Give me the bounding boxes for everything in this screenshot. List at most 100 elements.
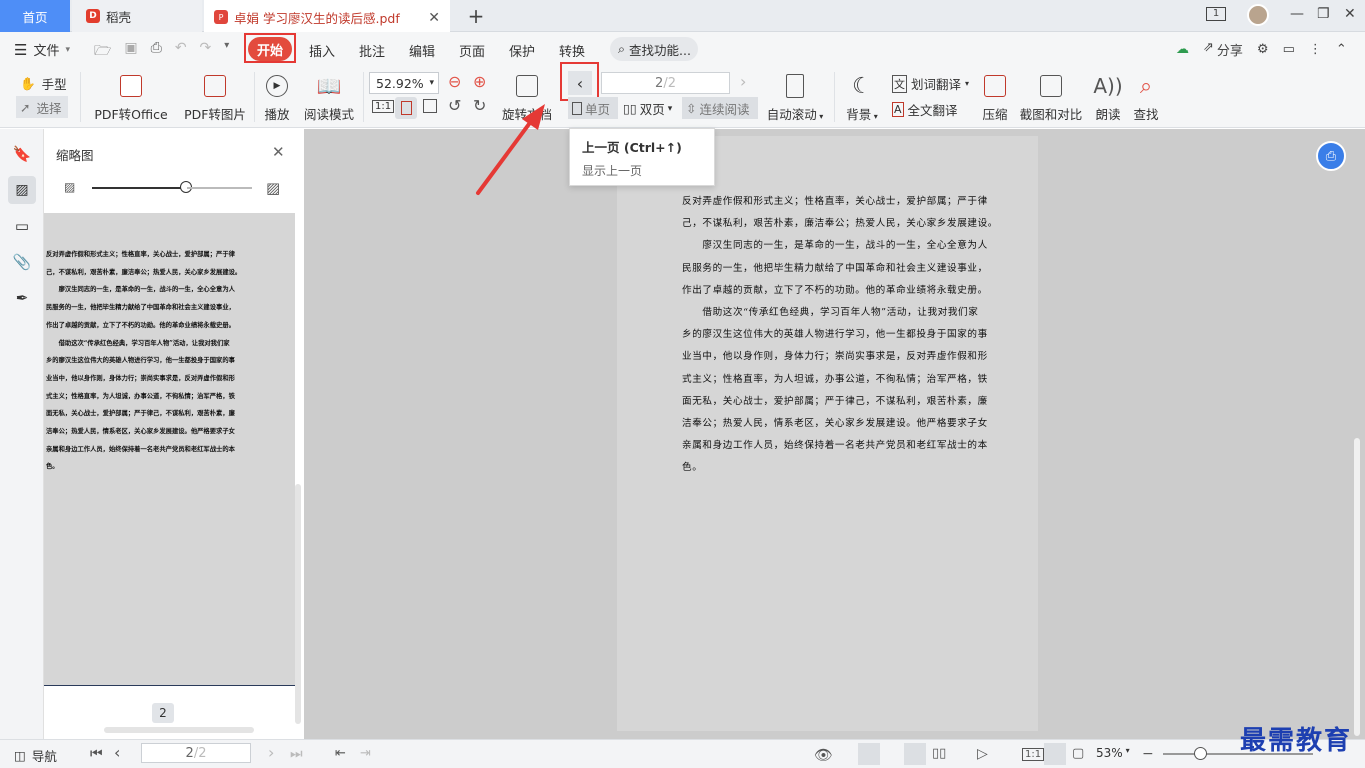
zoom-out-icon[interactable]: ⊖ [448,72,461,91]
comment-icon[interactable]: ▭ [1283,42,1295,57]
actual-size-status-icon[interactable]: 1:1 [1022,748,1045,761]
fit-width-icon[interactable] [423,99,437,113]
last-page-icon[interactable]: ⏭ [290,746,303,762]
compress-button[interactable]: 压缩 [980,72,1010,123]
menu-item-edit[interactable]: 编辑 [409,41,435,60]
read-aloud-button[interactable]: A)) 朗读 [1093,72,1123,123]
fit-page-status-button[interactable] [1044,743,1066,765]
background-button[interactable]: ☾ 背景 ▾ [844,72,880,123]
status-page-input[interactable]: 2/2 [141,743,251,763]
floating-tool-icon[interactable]: ⎙ [1316,141,1346,171]
save-icon[interactable]: ▣ [124,40,137,64]
document-scrollbar[interactable] [1353,437,1361,737]
prev-page-icon[interactable]: ‹ [114,743,120,762]
fit-page-button[interactable] [395,97,417,119]
continuous-status-button[interactable] [858,743,880,765]
window-count-icon[interactable]: 1 [1206,7,1226,21]
open-folder-icon[interactable]: 🗁 [94,40,111,64]
thumbnail-scrollbar[interactable] [295,484,301,724]
double-status-icon[interactable]: ▯▯ [932,746,946,761]
chevron-down-icon: ▾ [965,79,970,88]
cloud-sync-icon[interactable]: ☁ [1176,42,1189,57]
pdf-to-office-button[interactable]: PDF转Office [90,72,172,123]
full-translate-button[interactable]: A 全文翻译 [892,100,958,119]
print-icon[interactable]: ⎙ [151,40,162,64]
page-number-input[interactable]: 2/2 [601,72,730,94]
single-status-button[interactable] [904,743,926,765]
collapse-ribbon-icon[interactable]: ⌃ [1336,42,1347,57]
large-image-icon[interactable]: ▨ [266,179,280,197]
close-tab-icon[interactable]: ✕ [428,10,440,26]
zoom-select[interactable]: 52.92% ▾ [369,72,439,94]
next-page-icon[interactable]: › [740,72,746,91]
more-chevron-icon[interactable]: ▾ [224,40,229,64]
menu-item-annotate[interactable]: 批注 [359,41,385,60]
file-menu[interactable]: ☰ 文件 ▾ [14,40,70,60]
single-page-button[interactable]: 单页 [568,97,618,119]
find-button[interactable]: ⌕ 查找 [1131,72,1161,123]
zoom-status-select[interactable]: 53% ▾ [1096,746,1130,760]
comment-list-icon[interactable]: ▭ [8,212,36,240]
menu-item-convert[interactable]: 转换 [559,41,585,60]
thumbnail-icon[interactable]: ▨ [8,176,36,204]
actual-size-icon[interactable]: 1:1 [372,100,395,113]
menu-item-page[interactable]: 页面 [459,41,485,60]
zoom-in-icon[interactable]: ⊕ [473,72,486,91]
zoom-slider-handle[interactable] [1194,747,1207,760]
play-status-icon[interactable]: ▷ [977,746,988,762]
continuous-read-label: 连续阅读 [699,101,750,117]
tab-daoke[interactable]: D 稻壳 [72,0,202,32]
small-image-icon[interactable]: ▨ [64,180,75,194]
close-panel-icon[interactable]: ✕ [272,143,285,161]
status-page-current: 2 [185,745,194,761]
read-mode-button[interactable]: 📖 阅读模式 [302,72,356,123]
auto-scroll-icon [786,72,804,100]
share-button[interactable]: ⇗ 分享 [1203,40,1243,59]
navigation-toggle[interactable]: ◫ 导航 [14,746,57,765]
zoom-out-status-icon[interactable]: − [1142,746,1154,762]
document-page[interactable]: 反对弄虚作假和形式主义；性格直率，关心战士，爱护部属；严于律 己，不谋私利，艰苦朴… [617,136,1038,731]
signature-icon[interactable]: ✒ [8,284,36,312]
double-page-button[interactable]: ▯▯ 双页 ▾ [623,99,672,118]
back-icon[interactable]: ⇤ [335,746,346,761]
avatar[interactable] [1247,4,1269,26]
menu-item-protect[interactable]: 保护 [509,41,535,60]
bookmark-icon[interactable]: 🔖 [8,140,36,168]
thumbnail-size-slider-track[interactable] [92,187,187,189]
function-search-label: 查找功能... [629,42,691,58]
tab-document[interactable]: P 卓娟 学习廖汉生的读后感.pdf ✕ [204,0,450,32]
function-search[interactable]: ⌕ 查找功能... [610,37,698,61]
book-icon: 📖 [316,74,342,98]
hand-tool[interactable]: ✋ 手型 [20,74,67,93]
eye-protection-icon[interactable]: 👁 [814,746,833,764]
forward-icon[interactable]: ⇥ [360,746,371,761]
word-translate-button[interactable]: 文划词翻译 ▾ [892,74,969,93]
continuous-read-button[interactable]: ⇳ 连续阅读 [682,97,758,119]
first-page-icon[interactable]: ⏮ [90,746,103,762]
settings-gear-icon[interactable]: ⚙ [1257,42,1269,57]
thumbnail-text-line: 式主义；性格直率，为人坦诚，办事公道，不徇私情；治军严格，铁 [46,392,235,400]
more-vertical-icon[interactable]: ⋮ [1309,42,1322,57]
auto-scroll-button[interactable]: 自动滚动 ▾ [765,72,825,123]
close-window-icon[interactable]: ✕ [1344,6,1356,22]
screenshot-compare-button[interactable]: 截图和对比 [1018,72,1084,123]
redo-icon[interactable]: ↷ [200,40,212,64]
select-tool-label: 选择 [36,100,62,116]
rotate-left-icon[interactable]: ↺ [448,96,461,115]
restore-icon[interactable]: ❐ [1317,6,1330,22]
thumbnail-hscrollbar[interactable] [104,727,254,733]
document-text-line: 反对弄虚作假和形式主义；性格直率，关心战士，爱护部属；严于律 [682,196,988,207]
attachment-icon[interactable]: 📎 [8,248,36,276]
next-page-status-icon[interactable]: › [268,743,274,762]
fit-width-status-icon[interactable]: ▢ [1072,746,1084,761]
pdf-to-image-button[interactable]: PDF转图片 [184,72,246,123]
menu-item-insert[interactable]: 插入 [309,41,335,60]
undo-icon[interactable]: ↶ [175,40,187,64]
play-button[interactable]: ▶ 播放 [262,72,292,123]
thumbnail-page[interactable]: 反对弄虚作假和形式主义；性格直率，关心战士，爱护部属；严于律 己，不谋私利，艰苦朴… [44,213,295,685]
minimize-icon[interactable]: — [1290,6,1304,22]
search-icon: ⌕ [618,41,626,56]
new-tab-button[interactable]: + [462,0,490,32]
select-tool[interactable]: ➚ 选择 [16,96,68,118]
tab-home[interactable]: 首页 [0,0,70,32]
